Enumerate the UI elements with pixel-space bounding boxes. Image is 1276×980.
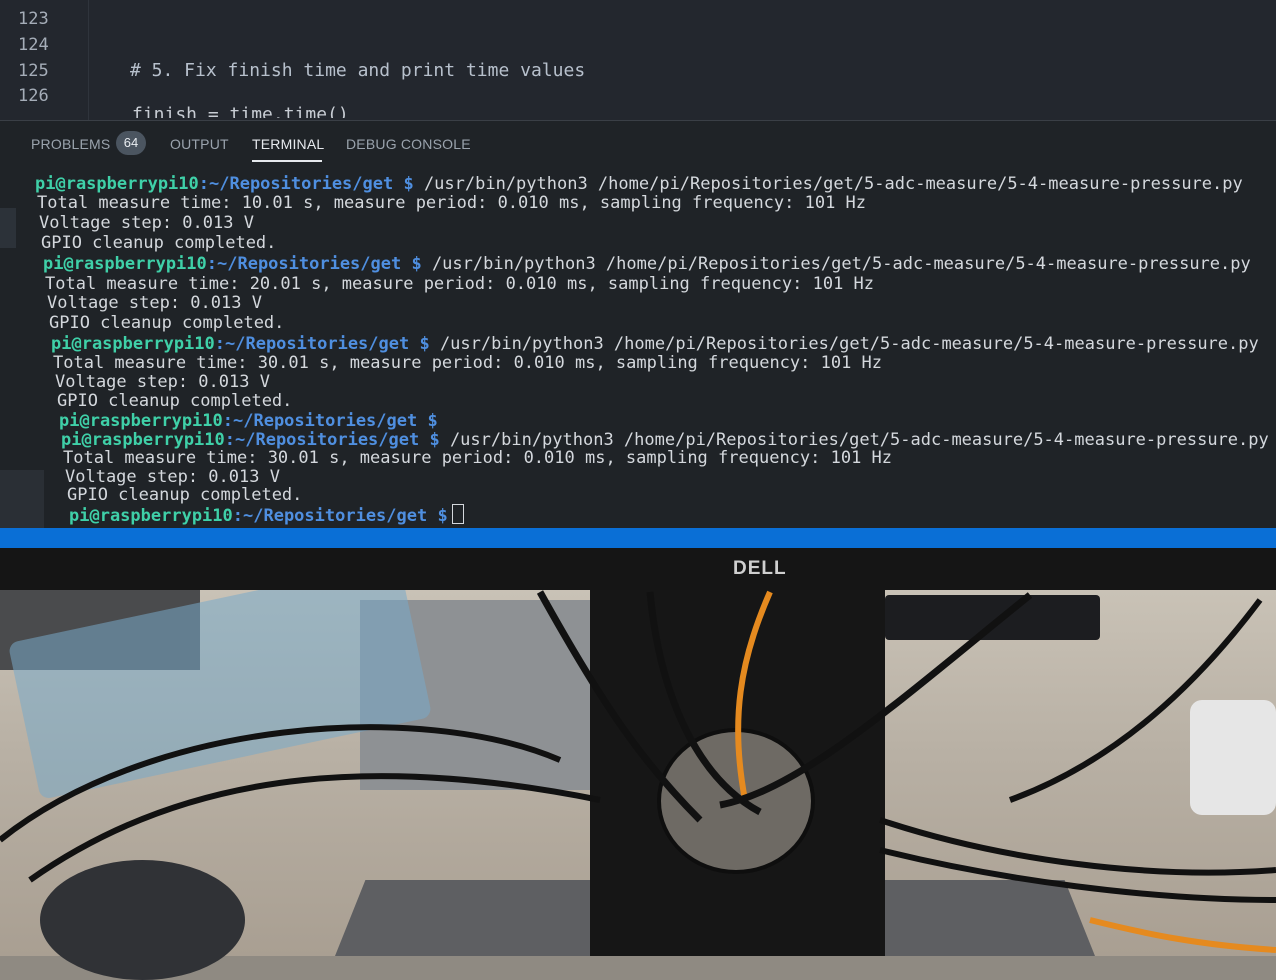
output-line: Voltage step: 0.013 V (39, 213, 254, 233)
prompt-user: pi@raspberrypi10 (69, 506, 233, 526)
tab-debug-console[interactable]: DEBUG CONSOLE (346, 136, 471, 152)
prompt-path: :~/Repositories/get $ (222, 411, 438, 431)
prompt-line: pi@raspberrypi10:~/Repositories/get $ /u… (51, 334, 1259, 354)
monitor-brand-logo: DELL (733, 558, 787, 579)
prompt-line: pi@raspberrypi10:~/Repositories/get $ /u… (43, 254, 1251, 274)
line-number: 126 (18, 86, 49, 106)
output-line: Total measure time: 30.01 s, measure per… (63, 448, 893, 468)
command-text: /usr/bin/python3 /home/pi/Repositories/g… (413, 174, 1243, 194)
current-prompt-line[interactable]: pi@raspberrypi10:~/Repositories/get $ (69, 504, 464, 526)
prompt-line: pi@raspberrypi10:~/Repositories/get $ (59, 411, 438, 431)
prompt-user: pi@raspberrypi10 (61, 430, 225, 450)
line-number: 125 (18, 61, 49, 81)
terminal-cursor (451, 504, 464, 524)
tab-problems[interactable]: PROBLEMS (31, 136, 110, 152)
line-number: 124 (18, 35, 49, 55)
tab-output[interactable]: OUTPUT (170, 136, 229, 152)
prompt-user: pi@raspberrypi10 (35, 174, 199, 194)
prompt-path: :~/Repositories/get $ (198, 174, 414, 194)
panel-tab-bar: PROBLEMS OUTPUT TERMINAL DEBUG CONSOLE (0, 120, 1276, 165)
command-text: /usr/bin/python3 /home/pi/Repositories/g… (421, 254, 1251, 274)
prompt-user: pi@raspberrypi10 (59, 411, 223, 431)
output-line: GPIO cleanup completed. (67, 485, 303, 505)
output-line: GPIO cleanup completed. (49, 313, 285, 333)
output-line: Total measure time: 10.01 s, measure per… (37, 193, 867, 213)
prompt-user: pi@raspberrypi10 (43, 254, 207, 274)
output-line: Total measure time: 20.01 s, measure per… (45, 274, 875, 294)
prompt-line: pi@raspberrypi10:~/Repositories/get $ /u… (61, 430, 1269, 450)
prompt-path: :~/Repositories/get $ (224, 430, 440, 450)
line-number-gutter: 123 124 125 126 (0, 0, 89, 120)
status-bar (0, 528, 1276, 548)
prompt-path: :~/Repositories/get $ (214, 334, 430, 354)
line-number: 123 (18, 9, 49, 29)
output-line: Voltage step: 0.013 V (47, 293, 262, 313)
output-line: GPIO cleanup completed. (57, 391, 293, 411)
code-line-partial[interactable]: finish = time.time() (132, 104, 349, 118)
code-comment-line[interactable]: # 5. Fix finish time and print time valu… (130, 60, 585, 81)
monitor: 123 124 125 126 # 5. Fix finish time and… (0, 0, 1276, 590)
output-line: GPIO cleanup completed. (41, 233, 277, 253)
prompt-line: pi@raspberrypi10:~/Repositories/get $ /u… (35, 174, 1243, 194)
output-line: Total measure time: 30.01 s, measure per… (53, 353, 883, 373)
tab-terminal[interactable]: TERMINAL (252, 136, 324, 152)
code-editor[interactable]: 123 124 125 126 # 5. Fix finish time and… (0, 0, 1276, 120)
command-text: /usr/bin/python3 /home/pi/Repositories/g… (439, 430, 1269, 450)
command-text: /usr/bin/python3 /home/pi/Repositories/g… (429, 334, 1259, 354)
prompt-path: :~/Repositories/get $ (232, 506, 448, 526)
prompt-user: pi@raspberrypi10 (51, 334, 215, 354)
screen: 123 124 125 126 # 5. Fix finish time and… (0, 0, 1276, 548)
prompt-path: :~/Repositories/get $ (206, 254, 422, 274)
problems-count-badge: 64 (116, 131, 146, 155)
terminal-output[interactable]: pi@raspberrypi10:~/Repositories/get $ /u… (0, 164, 1276, 528)
active-tab-indicator (252, 160, 322, 162)
output-line: Voltage step: 0.013 V (65, 467, 280, 487)
output-line: Voltage step: 0.013 V (55, 372, 270, 392)
